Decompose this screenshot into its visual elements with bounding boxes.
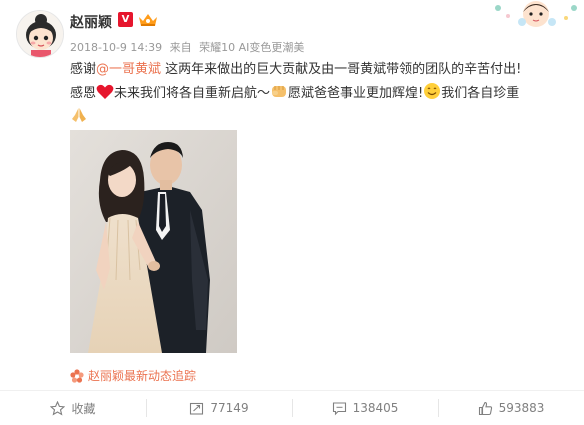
via-label: 来自 xyxy=(169,41,192,54)
action-bar: 收藏 77149 138405 593883 xyxy=(0,391,584,425)
comment-count: 138405 xyxy=(352,401,399,415)
fist-emoji-icon xyxy=(272,86,287,97)
author-name[interactable]: 赵丽颖 xyxy=(70,12,112,32)
flower-icon xyxy=(70,368,84,383)
post-text-future: 未来我们将各自重新启航～ xyxy=(114,86,271,101)
post-photo[interactable] xyxy=(70,130,237,353)
post-content: 感谢@一哥黄斌 这两年来做出的巨大贡献及由一哥黄斌带领的团队的辛苦付出! 感恩 未… xyxy=(70,58,575,130)
like-button[interactable]: 593883 xyxy=(438,391,584,425)
post-text-thanks: 感谢 xyxy=(70,62,97,77)
cartoon-avatar-illustration xyxy=(17,11,63,57)
card-decoration-graphic xyxy=(486,0,584,28)
couple-portrait-image xyxy=(70,130,237,353)
repost-count: 77149 xyxy=(210,401,249,415)
weibo-post: 赵丽颖 V 2018-10-9 14:39 来自 荣耀10 AI变色更潮美 感谢… xyxy=(0,0,584,425)
favorite-label: 收藏 xyxy=(71,401,96,416)
device-name[interactable]: 荣耀10 AI变色更潮美 xyxy=(199,41,304,54)
post-text-wish: 愿斌爸爸事业更加辉煌! xyxy=(288,86,424,101)
favorite-button[interactable]: 收藏 xyxy=(0,391,146,425)
verified-badge-icon[interactable]: V xyxy=(118,12,133,27)
comment-button[interactable]: 138405 xyxy=(292,391,438,425)
post-meta: 2018-10-9 14:39 来自 荣耀10 AI变色更潮美 xyxy=(70,39,308,55)
thumbs-up-icon xyxy=(478,401,492,415)
heart-emoji-icon xyxy=(96,84,114,99)
post-text-farewell: 我们各自珍重 xyxy=(441,86,520,101)
mention-link[interactable]: @一哥黄斌 xyxy=(96,62,161,77)
like-count: 593883 xyxy=(498,401,545,415)
topic-source-link[interactable]: 赵丽颖最新动态追踪 xyxy=(70,367,196,384)
post-timestamp[interactable]: 2018-10-9 14:39 xyxy=(70,41,162,54)
comment-icon xyxy=(332,401,346,415)
post-text-line1: 这两年来做出的巨大贡献及由一哥黄斌带领的团队的辛苦付出! xyxy=(161,62,522,77)
star-icon xyxy=(50,400,66,416)
repost-icon xyxy=(190,402,204,415)
topic-source-label: 赵丽颖最新动态追踪 xyxy=(88,369,197,383)
repost-button[interactable]: 77149 xyxy=(146,391,292,425)
smile-emoji-icon xyxy=(424,83,441,99)
author-avatar[interactable] xyxy=(16,10,64,58)
praying-hands-emoji-icon xyxy=(72,108,86,122)
post-text-gratitude: 感恩 xyxy=(70,86,97,101)
vip-crown-icon[interactable] xyxy=(137,11,159,28)
